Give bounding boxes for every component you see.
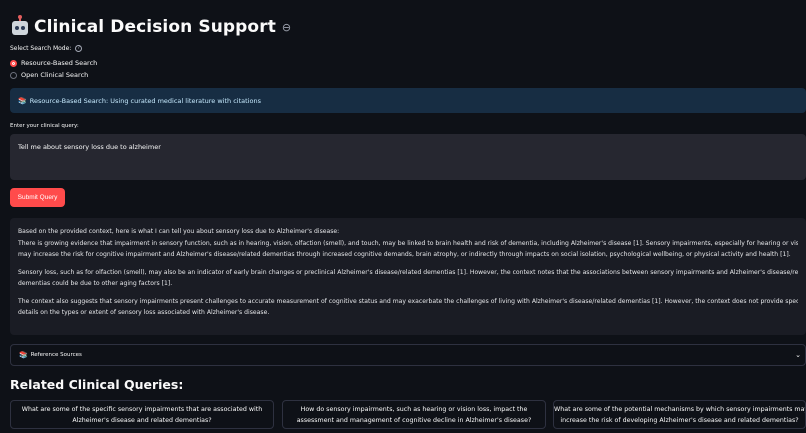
radio-open-clinical[interactable]: Open Clinical Search	[10, 71, 88, 79]
answer-line: may increase the risk for cognitive impa…	[18, 251, 791, 258]
answer-line: There is growing evidence that impairmen…	[18, 239, 798, 247]
books-icon: 📚	[19, 351, 28, 359]
search-mode-label: Select Search Mode: ?	[10, 45, 83, 52]
page-title: Clinical Decision Support	[34, 17, 276, 37]
radio-unselected-icon[interactable]	[10, 71, 17, 79]
answer-line: Sensory loss, such as for olfaction (sme…	[18, 268, 798, 276]
query-input[interactable]: Tell me about sensory loss due to alzhei…	[10, 134, 806, 180]
related-query-card[interactable]: How do sensory impairments, such as hear…	[282, 400, 546, 429]
answer-panel: Based on the provided context, here is w…	[10, 218, 806, 335]
books-icon: 📚	[18, 96, 27, 105]
robot-icon	[10, 15, 30, 37]
app-page: Clinical Decision Support ⊖ Select Searc…	[0, 0, 806, 433]
radio-resource-based[interactable]: Resource-Based Search	[10, 59, 97, 67]
answer-line: The context also suggests that sensory i…	[18, 297, 798, 305]
related-query-card[interactable]: What are some of the specific sensory im…	[10, 400, 274, 429]
help-icon[interactable]: ?	[75, 45, 83, 52]
anchor-link-icon[interactable]: ⊖	[282, 21, 291, 34]
chevron-down-icon[interactable]: ⌄	[795, 351, 801, 359]
related-queries-title: Related Clinical Queries:	[10, 377, 184, 392]
reference-sources-expander[interactable]: 📚 Reference Sources ⌄	[10, 344, 806, 366]
submit-query-button[interactable]: Submit Query	[10, 188, 65, 207]
answer-line: details on the types or extent of sensor…	[18, 309, 270, 316]
query-label: Enter your clinical query:	[10, 123, 79, 129]
page-header: Clinical Decision Support ⊖	[10, 14, 291, 40]
radio-selected-icon[interactable]	[10, 59, 17, 67]
answer-line: Based on the provided context, here is w…	[18, 228, 340, 235]
info-banner: 📚 Resource-Based Search: Using curated m…	[10, 88, 806, 113]
related-query-card[interactable]: What are some of the potential mechanism…	[553, 400, 806, 429]
answer-line: dementias could be due to other aging fa…	[18, 280, 173, 287]
